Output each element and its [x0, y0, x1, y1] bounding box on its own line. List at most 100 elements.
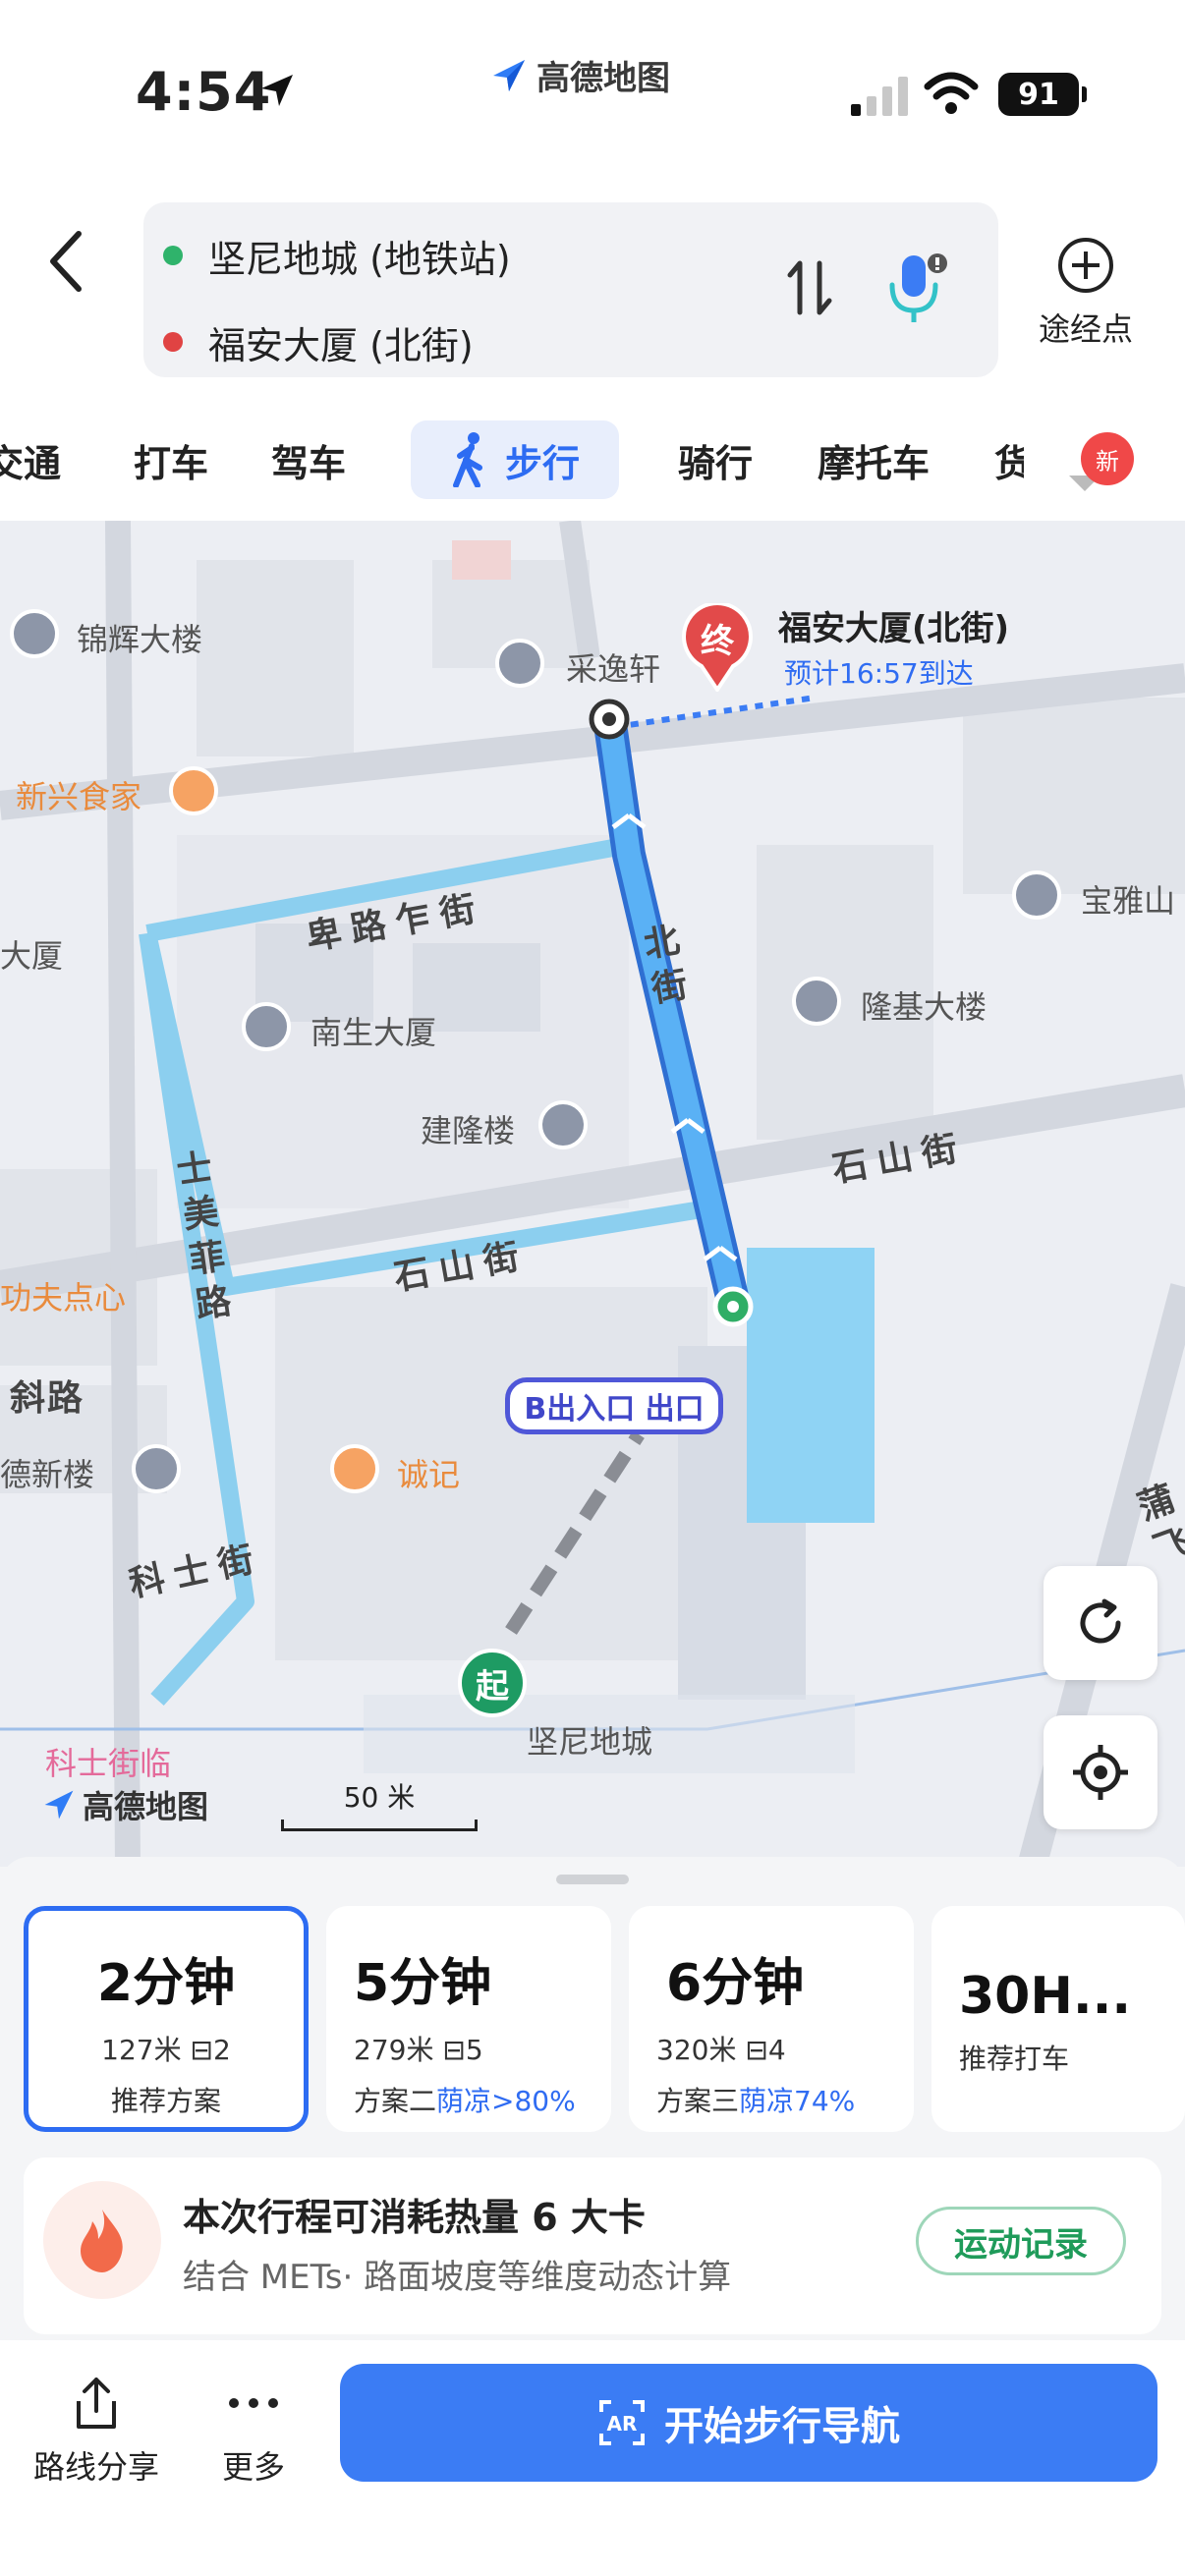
- refresh-route-button[interactable]: [1044, 1566, 1157, 1680]
- poi-label[interactable]: 科士街临: [45, 1739, 171, 1784]
- tab-freight[interactable]: 货: [994, 420, 1024, 499]
- option-label: 方案三: [656, 2085, 740, 2117]
- option-label: 方案二: [354, 2085, 437, 2117]
- poi-label[interactable]: 功夫点心: [0, 1273, 126, 1318]
- locate-me-button[interactable]: [1044, 1715, 1157, 1829]
- poi-label[interactable]: 坚尼地城: [527, 1717, 652, 1763]
- map-scale: 50 米: [281, 1776, 478, 1831]
- map-watermark: 高德地图: [41, 1782, 208, 1827]
- refresh-icon: [1080, 1598, 1121, 1644]
- poi-building-icon: [538, 1100, 588, 1149]
- eta-text: 预计16:57到达: [784, 657, 974, 690]
- tab-label: 摩托车: [818, 441, 931, 485]
- poi-label[interactable]: 新兴食家: [16, 772, 141, 817]
- route-option-3[interactable]: 6分钟 320米 ⊟4 方案三荫凉74%: [629, 1906, 914, 2132]
- fire-icon: [43, 2181, 161, 2299]
- option-sub: 方案二荫凉>80%: [354, 2080, 584, 2119]
- option-lights: 4: [767, 2034, 786, 2066]
- more-label: 更多: [222, 2448, 286, 2486]
- scale-bar: [281, 1820, 478, 1831]
- app-logo: 高德地图: [489, 51, 670, 99]
- route-header: 坚尼地城 (地铁站) 福安大厦 (北街) 途经点 交通 打车 驾车 步行 骑行 …: [0, 187, 1185, 521]
- street-label: 斜路: [10, 1378, 85, 1419]
- destination-field[interactable]: 福安大厦 (北街): [163, 312, 474, 371]
- wifi-icon: [924, 72, 979, 114]
- tab-label: 步行: [505, 441, 581, 485]
- back-chevron-icon[interactable]: [39, 222, 98, 301]
- start-walking-navigation-button[interactable]: AR 开始步行导航: [340, 2364, 1157, 2482]
- poi-label[interactable]: 隆基大楼: [861, 982, 987, 1028]
- poi-label[interactable]: 建隆楼: [421, 1106, 515, 1151]
- crosshair-icon: [1073, 1745, 1128, 1800]
- tab-label: 交通: [0, 441, 62, 485]
- metro-exit-label[interactable]: B出入口 出口: [505, 1377, 723, 1434]
- tab-drive[interactable]: 驾车: [271, 420, 346, 499]
- exercise-record-button[interactable]: 运动记录: [916, 2207, 1126, 2275]
- route-option-cards: 2分钟 127米 ⊟2 推荐方案 5分钟 279米 ⊟5 方案二荫凉>80% 6…: [24, 1906, 1185, 2142]
- tab-label: 驾车: [271, 441, 347, 485]
- option-distance: 320米: [656, 2034, 737, 2066]
- sheet-drag-handle[interactable]: [556, 1875, 629, 1884]
- poi-restaurant-icon: [330, 1444, 379, 1493]
- tab-taxi[interactable]: 打车: [134, 420, 208, 499]
- poi-restaurant-icon: [169, 766, 218, 815]
- poi-label[interactable]: 采逸轩: [566, 644, 660, 690]
- option-duration: 2分钟: [96, 1954, 236, 2013]
- tab-walk[interactable]: 步行: [411, 420, 620, 499]
- more-dots-icon: [229, 2398, 278, 2408]
- amap-logo-icon: [493, 59, 525, 91]
- start-marker[interactable]: 起: [458, 1649, 527, 1717]
- end-marker-icon[interactable]: 终: [680, 603, 755, 692]
- end-marker-text: 终: [701, 622, 735, 661]
- poi-label[interactable]: 锦辉大楼: [77, 615, 202, 660]
- origin-dot-icon: [163, 246, 183, 265]
- poi-building-icon: [495, 639, 544, 688]
- option-meta: 279米 ⊟5: [354, 2029, 584, 2068]
- poi-label[interactable]: 宝雅山: [1081, 876, 1175, 922]
- new-badge: 新: [1081, 432, 1134, 485]
- destination-name[interactable]: 福安大厦(北街): [778, 601, 1009, 649]
- origin-field[interactable]: 坚尼地城 (地铁站): [163, 226, 511, 285]
- option-meta: 127米 ⊟2: [28, 2029, 304, 2068]
- option-sub: 方案三荫凉74%: [656, 2080, 886, 2119]
- route-option-taxi[interactable]: 30H... 推荐打车: [931, 1906, 1185, 2132]
- calorie-title: 本次行程可消耗热量 6 大卡: [183, 2196, 646, 2239]
- battery-indicator: 91: [998, 73, 1087, 116]
- status-bar: 4:54 高德地图 91: [0, 0, 1185, 187]
- poi-label[interactable]: 诚记: [397, 1450, 460, 1495]
- origin-text: 坚尼地城 (地铁站): [208, 237, 511, 281]
- tab-label: 骑行: [678, 441, 754, 485]
- route-option-2[interactable]: 5分钟 279米 ⊟5 方案二荫凉>80%: [326, 1906, 611, 2132]
- option-lights: 5: [465, 2034, 483, 2066]
- traffic-light-icon: ⊟: [442, 2034, 466, 2066]
- traffic-light-icon: ⊟: [745, 2034, 768, 2066]
- share-route-button[interactable]: 路线分享: [33, 2374, 159, 2488]
- tab-bike[interactable]: 骑行: [678, 420, 753, 499]
- route-option-1[interactable]: 2分钟 127米 ⊟2 推荐方案: [24, 1906, 309, 2132]
- option-duration: 30H...: [959, 1967, 1132, 2026]
- waypoint-label: 途经点: [1038, 310, 1133, 348]
- tab-transit[interactable]: 交通: [0, 420, 61, 499]
- share-label: 路线分享: [33, 2448, 160, 2486]
- start-nav-label: 开始步行导航: [664, 2404, 900, 2449]
- option-shade: 荫凉>80%: [436, 2085, 576, 2117]
- share-icon: [77, 2378, 116, 2429]
- svg-text:AR: AR: [607, 2412, 638, 2436]
- cellular-signal-icon: [851, 77, 908, 116]
- add-waypoint-button[interactable]: 途经点: [1022, 236, 1150, 364]
- voice-mic-icon[interactable]: [884, 250, 953, 328]
- tab-label: 货: [994, 441, 1024, 485]
- map-view[interactable]: 锦辉大楼 采逸轩 新兴食家 宝雅山 大厦 南生大厦 隆基大楼 建隆楼 功夫点心 …: [0, 521, 1185, 1867]
- swap-icon[interactable]: [780, 253, 839, 322]
- tab-motorcycle[interactable]: 摩托车: [818, 420, 930, 499]
- app-name: 高德地图: [536, 59, 670, 98]
- option-label: 推荐方案: [110, 2085, 221, 2117]
- option-meta: 320米 ⊟4: [656, 2029, 886, 2068]
- more-button[interactable]: 更多: [222, 2374, 285, 2488]
- ar-icon: AR: [599, 2400, 645, 2445]
- poi-label[interactable]: 南生大厦: [310, 1008, 436, 1053]
- poi-label[interactable]: 大厦: [0, 931, 63, 977]
- traffic-light-icon: ⊟: [190, 2034, 213, 2066]
- poi-label[interactable]: 德新楼: [0, 1450, 94, 1495]
- tab-label: 打车: [134, 441, 209, 485]
